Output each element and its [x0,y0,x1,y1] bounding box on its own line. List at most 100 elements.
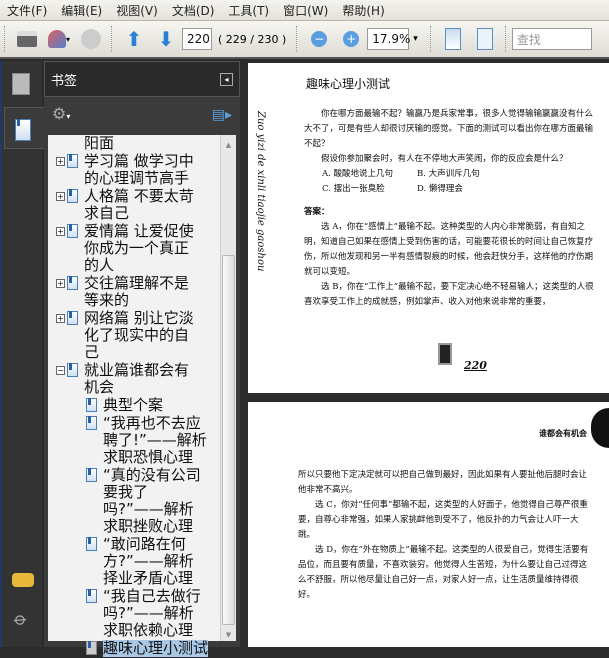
separator [296,26,299,52]
page-number-input[interactable]: 220 [182,28,212,50]
plus-circle-icon: + [343,31,360,47]
menu-view[interactable]: 视图(V) [109,2,165,19]
toolbar: ▾ ⬆ ⬇ 220 ( 229 / 230 ) − + 17.9% ▾ 查找 [0,21,609,59]
bookmark-label: 爱情篇 让爱促使你成为一个真正的人 [84,222,194,274]
bookmark-label: 阳面 [84,134,115,152]
page-count: ( 229 / 230 ) [218,32,287,46]
expand-bookmark-icon[interactable]: ▤▸ [212,107,232,123]
comments-icon[interactable] [12,573,34,587]
page-220-body: 你在哪方面最输不起？输赢乃是兵家常事，很多人觉得输输赢赢没有什么大不了，可是有些… [304,107,597,310]
bookmark-label: 学习篇 做学习中的心理调节高手 [84,152,194,187]
secure-button[interactable] [78,26,104,52]
printer-icon [17,31,37,47]
toolbar-grip[interactable] [4,26,7,52]
fit-page-button[interactable] [472,26,498,52]
bookmark-label: “真的没有公司要我了吗?”——解析求职挫败心理 [103,466,201,535]
bookmark-label: “我自己去做行吗?”——解析求职依赖心理 [103,587,201,639]
scroll-up-arrow[interactable]: ▲ [221,141,236,149]
answer-b: 选 B，你在“工作上”最输不起，要下定决心绝不轻易输人；这类型的人很喜欢享受工作… [304,282,594,307]
fit-width-button[interactable] [440,26,466,52]
bookmark-icon [86,468,97,482]
minus-circle-icon: − [311,31,328,47]
zoom-out-button[interactable]: − [306,26,332,52]
menu-bar: 文件(F) 编辑(E) 视图(V) 文档(D) 工具(T) 窗口(W) 帮助(H… [0,0,609,21]
bookmark-item[interactable]: “真的没有公司要我了吗?”——解析求职挫败心理 [86,467,220,535]
menu-help[interactable]: 帮助(H) [335,2,391,19]
menu-edit[interactable]: 编辑(E) [54,2,109,19]
intro-paragraph: 你在哪方面最输不起？输赢乃是兵家常事，很多人觉得输输赢赢没有什么大不了，可是有些… [304,109,594,149]
panel-header: 书签 ◂ [44,61,240,97]
bookmark-item[interactable]: + 交往篇理解不是等来的 [56,275,220,309]
prev-page-button[interactable]: ⬆ [121,26,147,52]
menu-window[interactable]: 窗口(W) [276,2,335,19]
next-page-button[interactable]: ⬇ [153,26,179,52]
dropdown-arrow-icon[interactable]: ▾ [66,35,70,44]
option-d: D. 懒得理会 [417,184,463,194]
expand-icon[interactable]: + [56,157,65,166]
options-gear-icon[interactable]: ⚙▾ [52,104,70,126]
page-title: 趣味心理小测试 [306,77,391,91]
bookmark-item[interactable]: 典型个案 [86,397,220,414]
bookmark-item[interactable]: 趣味心理小测试 [86,640,220,657]
print-button[interactable] [14,26,40,52]
answer-a: 选 A，你在“感情上”最输不起。这种类型的人内心非常脆弱，有自知之明，知道自己如… [304,222,594,277]
bookmark-item[interactable]: + 网络篇 别让它淡化了现实中的自己 [56,310,220,361]
attachment-icon[interactable]: ⌀ [9,608,37,636]
expand-icon[interactable]: + [56,227,65,236]
bookmarks-tab[interactable] [4,107,44,149]
bookmark-label: 交往篇理解不是等来的 [84,274,190,309]
bookmark-item[interactable]: “敢问路在何方?”——解析择业矛盾心理 [86,536,220,587]
bookmark-item[interactable]: − 就业篇谁都会有机会 [56,362,220,396]
expand-icon[interactable]: + [56,279,65,288]
options: A. 酸酸地说上几句 B. 大声训斥几句 C. 摆出一张臭脸 D. 懒得理会 [304,167,597,197]
arrow-down-icon: ⬇ [157,27,175,51]
answer-label: 答案： [304,207,330,217]
navigation-rail: ⌀ [0,61,44,647]
answer-c: 选 C，你对“任何事”都输不起，这类型的人好面子，他觉得自己尊严很重要，自尊心非… [298,500,588,540]
scroll-down-arrow[interactable]: ▼ [221,631,236,639]
bookmark-label: 典型个案 [103,396,164,414]
users-icon [47,30,66,48]
pages-icon[interactable] [12,73,30,95]
bookmark-item[interactable]: “我自己去做行吗?”——解析求职依赖心理 [86,588,220,639]
collapse-icon[interactable]: − [56,366,65,375]
bookmark-item[interactable]: “我再也不去应聘了!”——解析求职恐惧心理 [86,415,220,466]
option-b: B. 大声训斥几句 [417,169,480,179]
search-input[interactable]: 查找 [511,28,592,50]
bookmark-label: 趣味心理小测试 [103,639,209,657]
arrow-up-icon: ⬆ [125,27,143,51]
globe-icon [81,29,101,49]
menu-tools[interactable]: 工具(T) [221,2,276,19]
bookmark-item[interactable]: + 人格篇 不要太苛求自己 [56,188,220,222]
bookmark-label: “我再也不去应聘了!”——解析求职恐惧心理 [103,414,207,466]
separator [504,26,508,52]
zoom-in-button[interactable]: + [338,26,364,52]
scrollbar-thumb[interactable] [222,255,235,625]
zoom-dropdown-icon[interactable]: ▾ [413,34,418,44]
collapse-panel-button[interactable]: ◂ [220,72,233,86]
page-number: 220 [464,359,487,372]
zoom-input[interactable]: 17.9% [367,28,410,50]
document-view: 趣味心理小测试 Zuo yizi de xinli tiaojie gaosho… [248,61,609,647]
menu-document[interactable]: 文档(D) [165,2,222,19]
bookmark-icon [86,589,97,603]
bookmark-label: “敢问路在何方?”——解析择业矛盾心理 [103,535,194,587]
expand-icon[interactable]: + [56,192,65,201]
bookmark-icon [86,416,97,430]
bookmark-icon [15,119,31,141]
collaborate-button[interactable]: ▾ [46,26,72,52]
scrollbar[interactable]: ▲ ▼ [220,135,236,641]
option-a: A. 酸酸地说上几句 [322,169,394,179]
bookmark-item[interactable]: + 爱情篇 让爱促使你成为一个真正的人 [56,223,220,274]
expand-icon[interactable]: + [56,314,65,323]
bookmark-icon [67,189,78,203]
fit-width-icon [444,28,461,50]
bookmark-item[interactable]: + 学习篇 做学习中的心理调节高手 [56,153,220,187]
option-c: C. 摆出一张臭脸 [322,184,385,194]
page-220: 趣味心理小测试 Zuo yizi de xinli tiaojie gaosho… [248,63,609,393]
page-221-body: 所以只要他下定决定就可以把自己做到最好，因此如果有人要扯他后腿时会让他非常不高兴… [298,468,593,603]
bookmark-item[interactable]: 阳面 [56,135,220,152]
page-221: 谁都会有机会 所以只要他下定决定就可以把自己做到最好，因此如果有人要扯他后腿时会… [248,402,609,647]
bookmarks-panel: 书签 ◂ ⚙▾ ▤▸ 阳面 + 学习篇 做学习中的心理调节高手 + 人格篇 不要太苛求自… [44,61,240,657]
menu-file[interactable]: 文件(F) [0,2,54,19]
